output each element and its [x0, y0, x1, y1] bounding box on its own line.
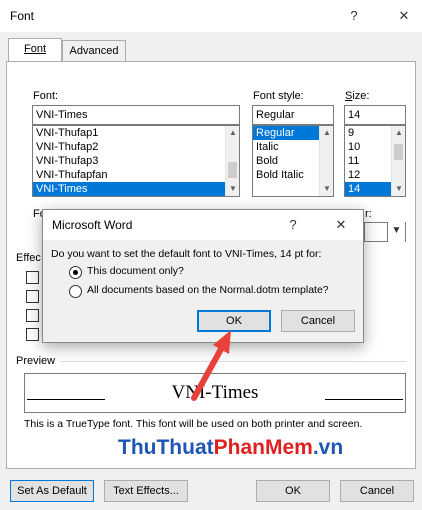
annotation-arrow-icon	[191, 330, 231, 401]
